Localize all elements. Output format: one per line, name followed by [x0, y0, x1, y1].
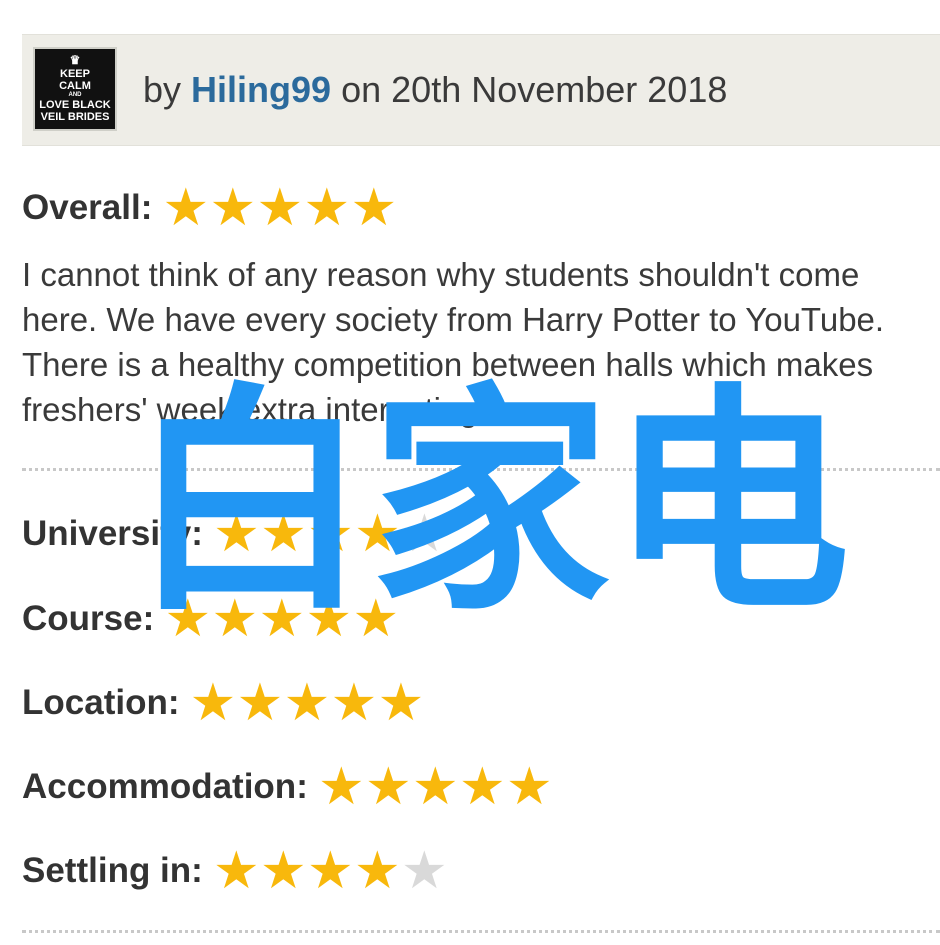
rating-stars: ★ ★ ★ ★ ★: [318, 761, 553, 813]
star-filled-icon: ★: [162, 178, 210, 238]
overall-stars: ★ ★ ★ ★ ★: [162, 178, 398, 238]
rating-label: Course:: [22, 599, 155, 638]
star-filled-icon: ★: [354, 841, 401, 901]
by-label: by: [143, 69, 182, 110]
rating-stars: ★ ★ ★ ★ ★: [189, 673, 425, 733]
rating-stars: ★ ★ ★ ★ ★: [164, 593, 399, 645]
review-text: I cannot think of any reason why student…: [22, 256, 885, 428]
star-filled-icon: ★: [164, 589, 212, 649]
review-date: 20th November 2018: [391, 69, 728, 110]
star-filled-icon: ★: [283, 673, 331, 733]
star-filled-icon: ★: [213, 504, 260, 564]
star-empty-icon: ★: [401, 841, 448, 901]
star-filled-icon: ★: [352, 589, 400, 649]
star-filled-icon: ★: [305, 589, 353, 649]
star-filled-icon: ★: [260, 504, 307, 564]
rating-row-location: Location: ★ ★ ★ ★ ★: [22, 677, 424, 729]
star-filled-icon: ★: [258, 589, 306, 649]
star-filled-icon: ★: [459, 757, 506, 817]
rating-row-settling-in: Settling in: ★ ★ ★ ★ ★: [22, 845, 448, 897]
star-filled-icon: ★: [236, 673, 284, 733]
rating-row-university: University: ★ ★ ★ ★ ★: [22, 508, 448, 560]
star-filled-icon: ★: [260, 841, 307, 901]
rating-label: University:: [22, 514, 203, 553]
avatar-text-line: VEIL BRIDES: [40, 111, 110, 123]
review-byline: by Hiling99 on 20th November 2018: [143, 69, 727, 111]
rating-label: Location:: [22, 683, 180, 722]
on-label: on: [341, 69, 382, 110]
star-filled-icon: ★: [256, 178, 304, 238]
username-link[interactable]: Hiling99: [191, 69, 331, 110]
crown-icon: ♛: [69, 53, 81, 67]
star-filled-icon: ★: [307, 841, 354, 901]
rating-row-accommodation: Accommodation: ★ ★ ★ ★ ★: [22, 761, 553, 813]
star-empty-icon: ★: [401, 504, 448, 564]
divider: [22, 468, 940, 471]
review-card: ♛ KEEP CALM AND LOVE BLACK VEIL BRIDES b…: [0, 0, 940, 945]
star-filled-icon: ★: [506, 757, 553, 817]
star-filled-icon: ★: [307, 504, 354, 564]
star-filled-icon: ★: [209, 178, 257, 238]
star-filled-icon: ★: [211, 589, 259, 649]
avatar-text-line: CALM: [59, 80, 91, 92]
star-filled-icon: ★: [303, 178, 351, 238]
star-filled-icon: ★: [330, 673, 378, 733]
rating-row-course: Course: ★ ★ ★ ★ ★: [22, 593, 399, 645]
star-filled-icon: ★: [412, 757, 459, 817]
rating-stars: ★ ★ ★ ★ ★: [213, 508, 448, 560]
rating-stars: ★ ★ ★ ★ ★: [213, 845, 448, 897]
review-header: ♛ KEEP CALM AND LOVE BLACK VEIL BRIDES b…: [22, 34, 940, 146]
star-filled-icon: ★: [318, 757, 365, 817]
overall-rating-row: Overall: ★ ★ ★ ★ ★: [22, 182, 397, 234]
user-avatar[interactable]: ♛ KEEP CALM AND LOVE BLACK VEIL BRIDES: [33, 47, 117, 131]
star-filled-icon: ★: [213, 841, 260, 901]
rating-label: Settling in:: [22, 851, 203, 890]
star-filled-icon: ★: [350, 178, 398, 238]
avatar-text-line: KEEP: [60, 68, 90, 80]
divider: [22, 930, 940, 933]
overall-label: Overall:: [22, 188, 153, 227]
star-filled-icon: ★: [377, 673, 425, 733]
avatar-text-line: AND: [68, 92, 82, 98]
avatar-text-line: LOVE BLACK: [39, 99, 111, 111]
rating-label: Accommodation:: [22, 767, 308, 806]
star-filled-icon: ★: [354, 504, 401, 564]
star-filled-icon: ★: [365, 757, 412, 817]
star-filled-icon: ★: [189, 673, 237, 733]
